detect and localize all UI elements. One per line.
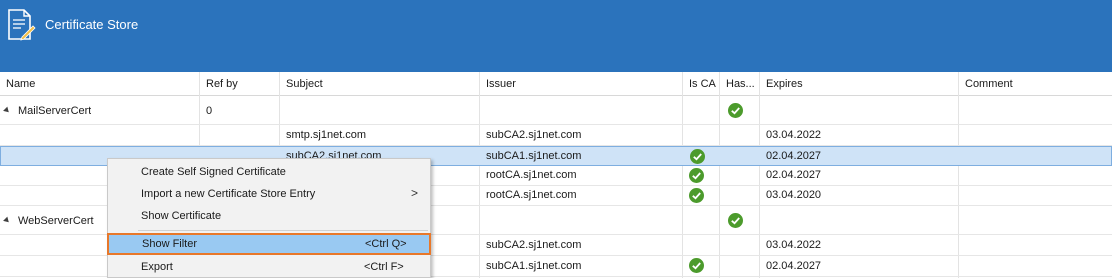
collapse-triangle-icon[interactable] <box>3 106 11 115</box>
group-name: MailServerCert <box>18 105 92 117</box>
table-row[interactable]: smtp.sj1net.com subCA2.sj1net.com 03.04.… <box>0 125 1112 146</box>
check-icon <box>728 213 743 228</box>
group-row-mailservercert[interactable]: MailServerCert 0 <box>0 96 1112 125</box>
app-header: Certificate Store <box>0 0 1112 72</box>
column-header-expires[interactable]: Expires <box>766 78 803 90</box>
issuer-cell: subCA2.sj1net.com <box>486 129 582 141</box>
column-header-subject[interactable]: Subject <box>286 78 323 90</box>
column-header-row: Name Ref by Subject Issuer Is CA Has... … <box>0 72 1112 96</box>
issuer-cell: subCA1.sj1net.com <box>486 150 582 162</box>
expires-cell: 03.04.2022 <box>766 239 822 251</box>
issuer-cell: rootCA.sj1net.com <box>486 169 577 181</box>
context-menu: Create Self Signed Certificate Import a … <box>107 158 431 278</box>
menu-item-label: Import a new Certificate Store Entry <box>141 188 316 200</box>
column-header-name[interactable]: Name <box>6 78 35 90</box>
column-header-is-ca[interactable]: Is CA <box>689 78 716 90</box>
group-name: WebServerCert <box>18 215 94 227</box>
subject-cell: smtp.sj1net.com <box>286 129 367 141</box>
check-icon <box>728 103 743 118</box>
column-header-comment[interactable]: Comment <box>965 78 1013 90</box>
column-header-has-key[interactable]: Has... <box>726 78 756 90</box>
submenu-arrow-icon: > <box>411 186 419 200</box>
expires-cell: 03.04.2022 <box>766 129 822 141</box>
menu-item-create-self-signed[interactable]: Create Self Signed Certificate <box>108 161 430 183</box>
menu-item-export[interactable]: Export <Ctrl F> <box>108 256 430 278</box>
expires-cell: 02.04.2027 <box>766 169 822 181</box>
menu-item-label: Show Filter <box>142 238 198 250</box>
check-icon <box>689 188 704 203</box>
expires-cell: 02.04.2027 <box>766 150 822 162</box>
menu-item-label: Create Self Signed Certificate <box>141 166 286 178</box>
menu-item-import-entry[interactable]: Import a new Certificate Store Entry > <box>108 183 430 205</box>
menu-item-shortcut: <Ctrl Q> <box>365 238 407 250</box>
menu-item-shortcut: <Ctrl F> <box>364 261 404 273</box>
menu-item-show-certificate[interactable]: Show Certificate <box>108 205 430 227</box>
menu-item-label: Show Certificate <box>141 210 222 222</box>
menu-item-show-filter[interactable]: Show Filter <Ctrl Q> <box>107 233 431 255</box>
issuer-cell: rootCA.sj1net.com <box>486 189 577 201</box>
issuer-cell: subCA2.sj1net.com <box>486 239 582 251</box>
column-header-issuer[interactable]: Issuer <box>486 78 516 90</box>
collapse-triangle-icon[interactable] <box>3 216 11 225</box>
document-pen-icon <box>8 9 36 41</box>
check-icon <box>689 168 704 183</box>
app-title: Certificate Store <box>45 17 139 32</box>
check-icon <box>690 149 705 164</box>
menu-item-label: Export <box>141 261 173 273</box>
ref-by-value: 0 <box>206 105 213 117</box>
expires-cell: 03.04.2020 <box>766 189 822 201</box>
check-icon <box>689 258 704 273</box>
issuer-cell: subCA1.sj1net.com <box>486 260 582 272</box>
expires-cell: 02.04.2027 <box>766 260 822 272</box>
menu-separator <box>138 230 428 231</box>
column-header-ref-by[interactable]: Ref by <box>206 78 238 90</box>
